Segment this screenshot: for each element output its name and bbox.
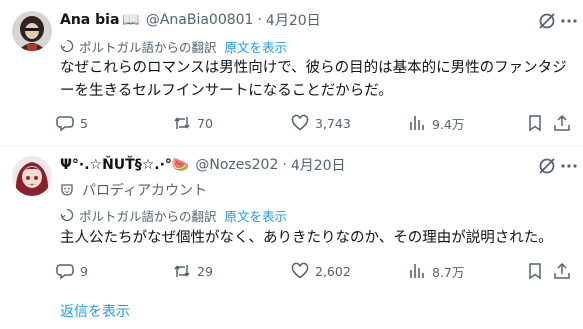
share-button[interactable] bbox=[553, 261, 577, 281]
avatar[interactable] bbox=[12, 11, 52, 51]
retweet-icon bbox=[174, 117, 190, 129]
tweet[interactable]: Ψ°·.☆ŇUŤ§☆.·°🍉 @Nozes202 · 4月20日 パロディアカウ… bbox=[0, 147, 583, 290]
tweet-text: なぜこれらのロマンスは男性向けで、彼らの目的は基本的に男性のファンタジーを生きる… bbox=[60, 60, 567, 99]
like-button[interactable]: 3,743 bbox=[291, 113, 351, 133]
bookmark-button[interactable] bbox=[526, 261, 550, 281]
translation-row: ポルトガル語からの翻訳 原文を表示 bbox=[60, 37, 287, 55]
avatar-image bbox=[12, 156, 52, 196]
more-icon[interactable] bbox=[559, 156, 579, 176]
like-count: 2,602 bbox=[315, 263, 351, 279]
separator: · bbox=[282, 157, 287, 173]
tweet[interactable]: Ana bia 📖 @AnaBia00801 · 4月20日 ポルトガル語からの… bbox=[0, 0, 583, 147]
separator: · bbox=[257, 12, 262, 28]
show-original-link[interactable]: 原文を表示 bbox=[225, 206, 288, 225]
tweet-text: 主人公たちがなぜ個性がなく、ありきたりなのか、その理由が説明された。 bbox=[60, 230, 553, 246]
book-emoji: 📖 bbox=[122, 12, 140, 28]
avatar[interactable] bbox=[12, 156, 52, 196]
reply-count: 5 bbox=[80, 115, 88, 131]
display-name[interactable]: Ψ°·.☆ŇUŤ§☆.·°🍉 bbox=[60, 157, 189, 173]
like-icon bbox=[291, 114, 309, 131]
action-bar: 5 70 3,743 9.4万 bbox=[56, 113, 575, 133]
view-count: 8.7万 bbox=[432, 264, 465, 280]
display-name[interactable]: Ana bia bbox=[60, 12, 119, 28]
views-icon bbox=[410, 264, 424, 278]
translate-icon bbox=[60, 39, 74, 53]
grok-icon[interactable] bbox=[537, 11, 557, 31]
translated-from-label: ポルトガル語からの翻訳 bbox=[79, 39, 217, 55]
retweet-count: 29 bbox=[197, 263, 213, 279]
views-button[interactable]: 8.7万 bbox=[408, 261, 464, 281]
reply-icon bbox=[56, 264, 74, 280]
parody-label: パロディアカウント bbox=[82, 183, 208, 199]
like-button[interactable]: 2,602 bbox=[291, 261, 351, 281]
tweet-header: Ψ°·.☆ŇUŤ§☆.·°🍉 @Nozes202 · 4月20日 bbox=[60, 155, 513, 175]
translate-icon bbox=[60, 208, 74, 222]
show-original-link[interactable]: 原文を表示 bbox=[225, 37, 288, 56]
translation-row: ポルトガル語からの翻訳 原文を表示 bbox=[60, 206, 287, 224]
show-replies-link[interactable]: 返信を表示 bbox=[60, 301, 130, 321]
like-icon bbox=[291, 262, 309, 279]
parody-account-row: パロディアカウント bbox=[60, 180, 207, 200]
view-count: 9.4万 bbox=[432, 116, 465, 132]
like-count: 3,743 bbox=[315, 115, 351, 131]
more-icon[interactable] bbox=[559, 11, 579, 31]
bookmark-icon bbox=[529, 263, 541, 280]
tweet-date[interactable]: 4月20日 bbox=[266, 10, 321, 30]
translated-from-label: ポルトガル語からの翻訳 bbox=[79, 208, 217, 224]
handle[interactable]: @AnaBia00801 bbox=[146, 12, 254, 28]
reply-count: 9 bbox=[80, 263, 88, 279]
grok-icon[interactable] bbox=[537, 156, 557, 176]
views-icon bbox=[410, 116, 424, 130]
share-icon bbox=[554, 262, 570, 279]
share-button[interactable] bbox=[553, 113, 577, 133]
avatar-image bbox=[12, 11, 52, 51]
bookmark-button[interactable] bbox=[526, 113, 550, 133]
retweet-icon bbox=[174, 265, 190, 277]
tweet-date[interactable]: 4月20日 bbox=[291, 155, 346, 175]
views-button[interactable]: 9.4万 bbox=[408, 113, 464, 133]
bookmark-icon bbox=[529, 115, 541, 132]
retweet-button[interactable]: 70 bbox=[173, 113, 213, 133]
parody-mask-icon bbox=[61, 184, 73, 196]
handle[interactable]: @Nozes202 bbox=[195, 157, 278, 173]
reply-button[interactable]: 5 bbox=[56, 113, 88, 133]
reply-button[interactable]: 9 bbox=[56, 261, 88, 281]
retweet-count: 70 bbox=[197, 115, 213, 131]
action-bar: 9 29 2,602 8.7万 bbox=[56, 261, 575, 281]
reply-icon bbox=[56, 116, 74, 132]
share-icon bbox=[554, 114, 570, 131]
retweet-button[interactable]: 29 bbox=[173, 261, 213, 281]
tweet-header: Ana bia 📖 @AnaBia00801 · 4月20日 bbox=[60, 10, 513, 30]
